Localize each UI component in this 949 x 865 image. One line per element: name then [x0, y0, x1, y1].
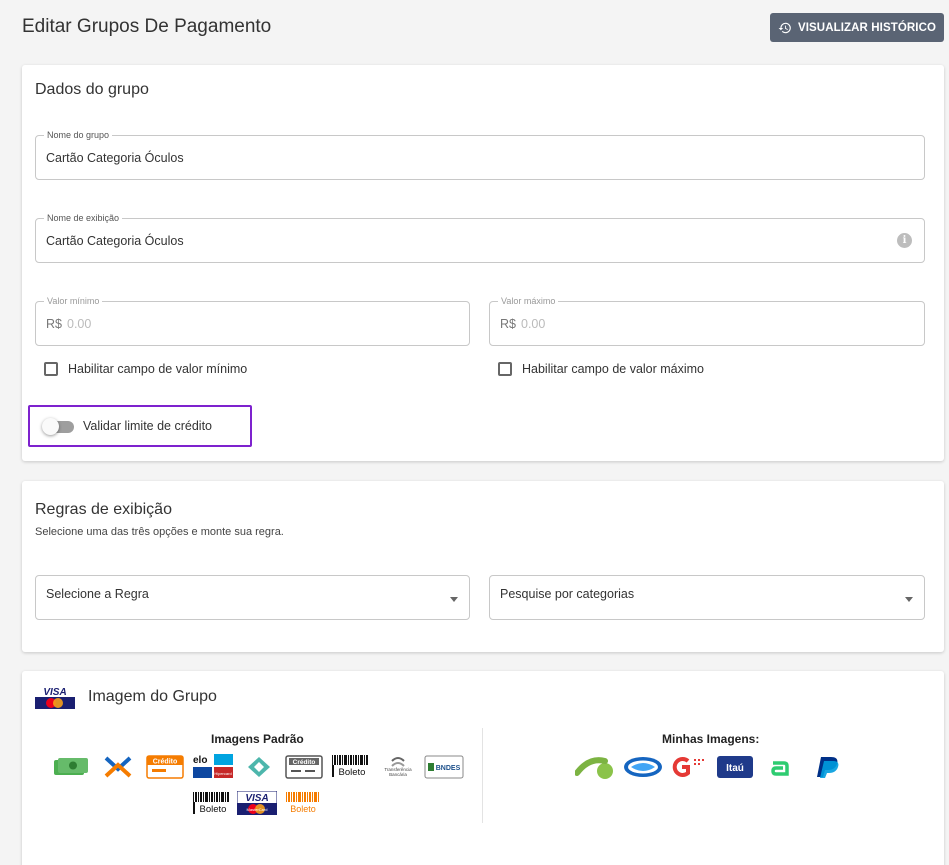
visa-mastercard-icon: VISA: [35, 685, 75, 709]
max-value-prefix: R$: [500, 317, 516, 331]
hipercard-text: Hipercard: [214, 771, 231, 776]
page-title: Editar Grupos De Pagamento: [22, 16, 272, 37]
money-icon[interactable]: [52, 755, 92, 779]
boleto-orange-text: Boleto: [290, 804, 316, 814]
group-data-title: Dados do grupo: [35, 81, 149, 98]
display-rules-title: Regras de exibição: [35, 501, 172, 518]
min-value-placeholder: 0.00: [67, 317, 92, 331]
chevron-down-icon: [450, 597, 458, 602]
chevron-down-icon: [905, 597, 913, 602]
bank-handshake-icon[interactable]: [622, 755, 664, 779]
default-images-heading: Imagens Padrão: [211, 732, 304, 746]
credit-limit-highlight: Validar limite de crédito: [28, 405, 252, 447]
view-history-button[interactable]: VISUALIZAR HISTÓRICO: [770, 13, 944, 42]
boleto-text: Boleto: [339, 767, 366, 778]
itau-text: Itaú: [726, 763, 744, 774]
group-name-label: Nome do grupo: [44, 130, 113, 140]
images-divider: [482, 728, 483, 823]
itau-icon[interactable]: Itaú: [716, 755, 754, 779]
group-name-field[interactable]: Nome do grupo Cartão Categoria Óculos: [35, 130, 925, 180]
enable-min-checkbox[interactable]: [44, 362, 58, 376]
enable-max-label: Habilitar campo de valor máximo: [522, 362, 705, 376]
green-a-icon[interactable]: [766, 755, 794, 779]
credito-text: Crédito: [153, 759, 178, 766]
display-name-value: Cartão Categoria Óculos: [46, 234, 184, 248]
transferencia-text: Transferência Bancária: [384, 767, 412, 777]
enable-min-label: Habilitar campo de valor mínimo: [68, 362, 248, 376]
enable-max-row[interactable]: Habilitar campo de valor máximo: [498, 362, 704, 376]
history-icon: [778, 22, 791, 33]
info-icon[interactable]: i: [897, 233, 912, 248]
diamond-icon[interactable]: [246, 755, 272, 779]
visa-text: VISA: [43, 687, 66, 698]
boleto2-text: Boleto: [200, 804, 227, 815]
group-data-card: Dados do grupo Nome do grupo Cartão Cate…: [22, 65, 944, 461]
display-rules-subtitle: Selecione uma das três opções e monte su…: [35, 526, 284, 538]
credit-limit-label: Validar limite de crédito: [83, 419, 212, 433]
credito-card-text: Crédito: [293, 759, 316, 766]
group-name-value: Cartão Categoria Óculos: [46, 151, 184, 165]
boleto-barcode-icon[interactable]: Boleto: [192, 791, 232, 815]
max-value-label: Valor máximo: [498, 296, 559, 306]
category-search-value: Pesquise por categorias: [500, 587, 635, 601]
display-name-label: Nome de exibição: [44, 213, 123, 223]
transferencia-bancaria-icon[interactable]: Transferência Bancária: [378, 755, 418, 779]
boleto-icon[interactable]: Boleto: [331, 754, 371, 778]
enable-max-checkbox[interactable]: [498, 362, 512, 376]
display-name-field[interactable]: Nome de exibição Cartão Categoria Óculos…: [35, 213, 925, 263]
min-value-field[interactable]: Valor mínimo R$ 0.00: [35, 296, 470, 346]
min-value-label: Valor mínimo: [44, 296, 103, 306]
category-search-select[interactable]: Pesquise por categorias: [489, 575, 925, 620]
visa-text: VISA: [245, 793, 268, 804]
enable-min-row[interactable]: Habilitar campo de valor mínimo: [44, 362, 247, 376]
max-value-placeholder: 0.00: [521, 317, 546, 331]
max-value-field[interactable]: Valor máximo R$ 0.00: [489, 296, 925, 346]
paypal-icon[interactable]: [811, 755, 845, 779]
display-rules-card: Regras de exibição Selecione uma das trê…: [22, 481, 944, 652]
view-history-label: VISUALIZAR HISTÓRICO: [797, 21, 937, 34]
toggle-knob: [42, 418, 59, 435]
rule-select[interactable]: Selecione a Regra: [35, 575, 470, 620]
my-images-heading: Minhas Imagens:: [662, 732, 760, 746]
bndes-icon[interactable]: BNDES: [424, 755, 464, 779]
credito-card-icon[interactable]: Crédito: [285, 755, 323, 779]
pix-icon[interactable]: [100, 755, 136, 779]
min-value-prefix: R$: [46, 317, 62, 331]
rule-select-value: Selecione a Regra: [46, 587, 149, 601]
green-brand-icon[interactable]: [575, 753, 619, 781]
elo-text: elo: [193, 755, 207, 766]
visa-mastercard-icon[interactable]: VISA MasterCard: [237, 791, 277, 815]
elo-hipercard-icon[interactable]: elo Hipercard: [192, 753, 234, 779]
mastercard-text: MasterCard: [247, 807, 268, 812]
getnet-icon[interactable]: [670, 755, 708, 779]
credito-icon[interactable]: Crédito: [146, 755, 184, 779]
group-image-card: VISA Imagem do Grupo Imagens Padrão Minh…: [22, 671, 944, 865]
group-image-title: Imagem do Grupo: [88, 688, 217, 705]
bndes-text: BNDES: [436, 765, 461, 772]
credit-limit-toggle[interactable]: [42, 418, 74, 435]
boleto-orange-icon[interactable]: Boleto: [284, 791, 324, 815]
